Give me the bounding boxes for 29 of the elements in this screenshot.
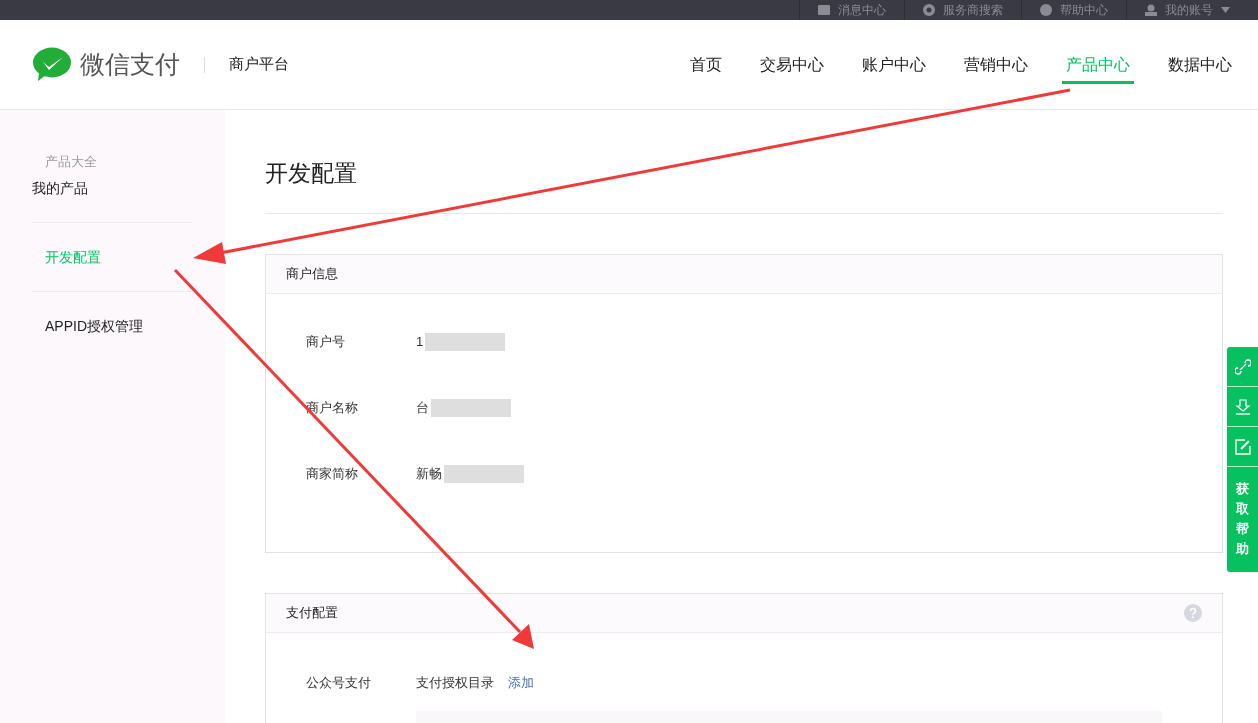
field-label: 商户号 <box>306 333 346 352</box>
logo-text: 微信支付 <box>80 48 180 80</box>
nav-tab[interactable]: 数据中心 <box>1149 20 1258 109</box>
nav-tab[interactable]: 账户中心 <box>843 20 945 109</box>
user-icon <box>1145 4 1157 16</box>
caret-icon <box>1221 7 1230 13</box>
page-title: 开发配置 <box>265 110 1223 214</box>
download-icon <box>1234 398 1251 415</box>
message-icon <box>818 5 830 15</box>
logo-icon <box>32 47 72 82</box>
platform-name: 商户平台 <box>229 54 289 75</box>
card-title: 支付配置 <box>286 603 338 622</box>
nav-tab[interactable]: 交易中心 <box>741 20 843 109</box>
edit-icon <box>1234 438 1251 455</box>
search-icon <box>923 4 935 16</box>
sidebar-item[interactable]: APPID授权管理 <box>32 290 193 360</box>
field-value: 台 <box>416 399 429 418</box>
add-link[interactable]: 添加 <box>508 673 534 693</box>
field-value: 新畅 <box>416 465 442 484</box>
field-label: 商家简称 <box>306 465 359 484</box>
nav-tab[interactable]: 首页 <box>671 20 741 109</box>
sidebar-item[interactable]: 我的产品 <box>32 177 193 222</box>
nav-tab[interactable]: 营销中心 <box>945 20 1047 109</box>
field-value: 1 <box>416 333 424 352</box>
sidebar-heading: 产品大全 <box>44 153 98 171</box>
link-icon <box>1234 358 1251 375</box>
field-label: 公众号支付 <box>306 674 372 693</box>
field-value: 支付授权目录 <box>416 674 494 693</box>
card-title: 商户信息 <box>286 264 338 283</box>
